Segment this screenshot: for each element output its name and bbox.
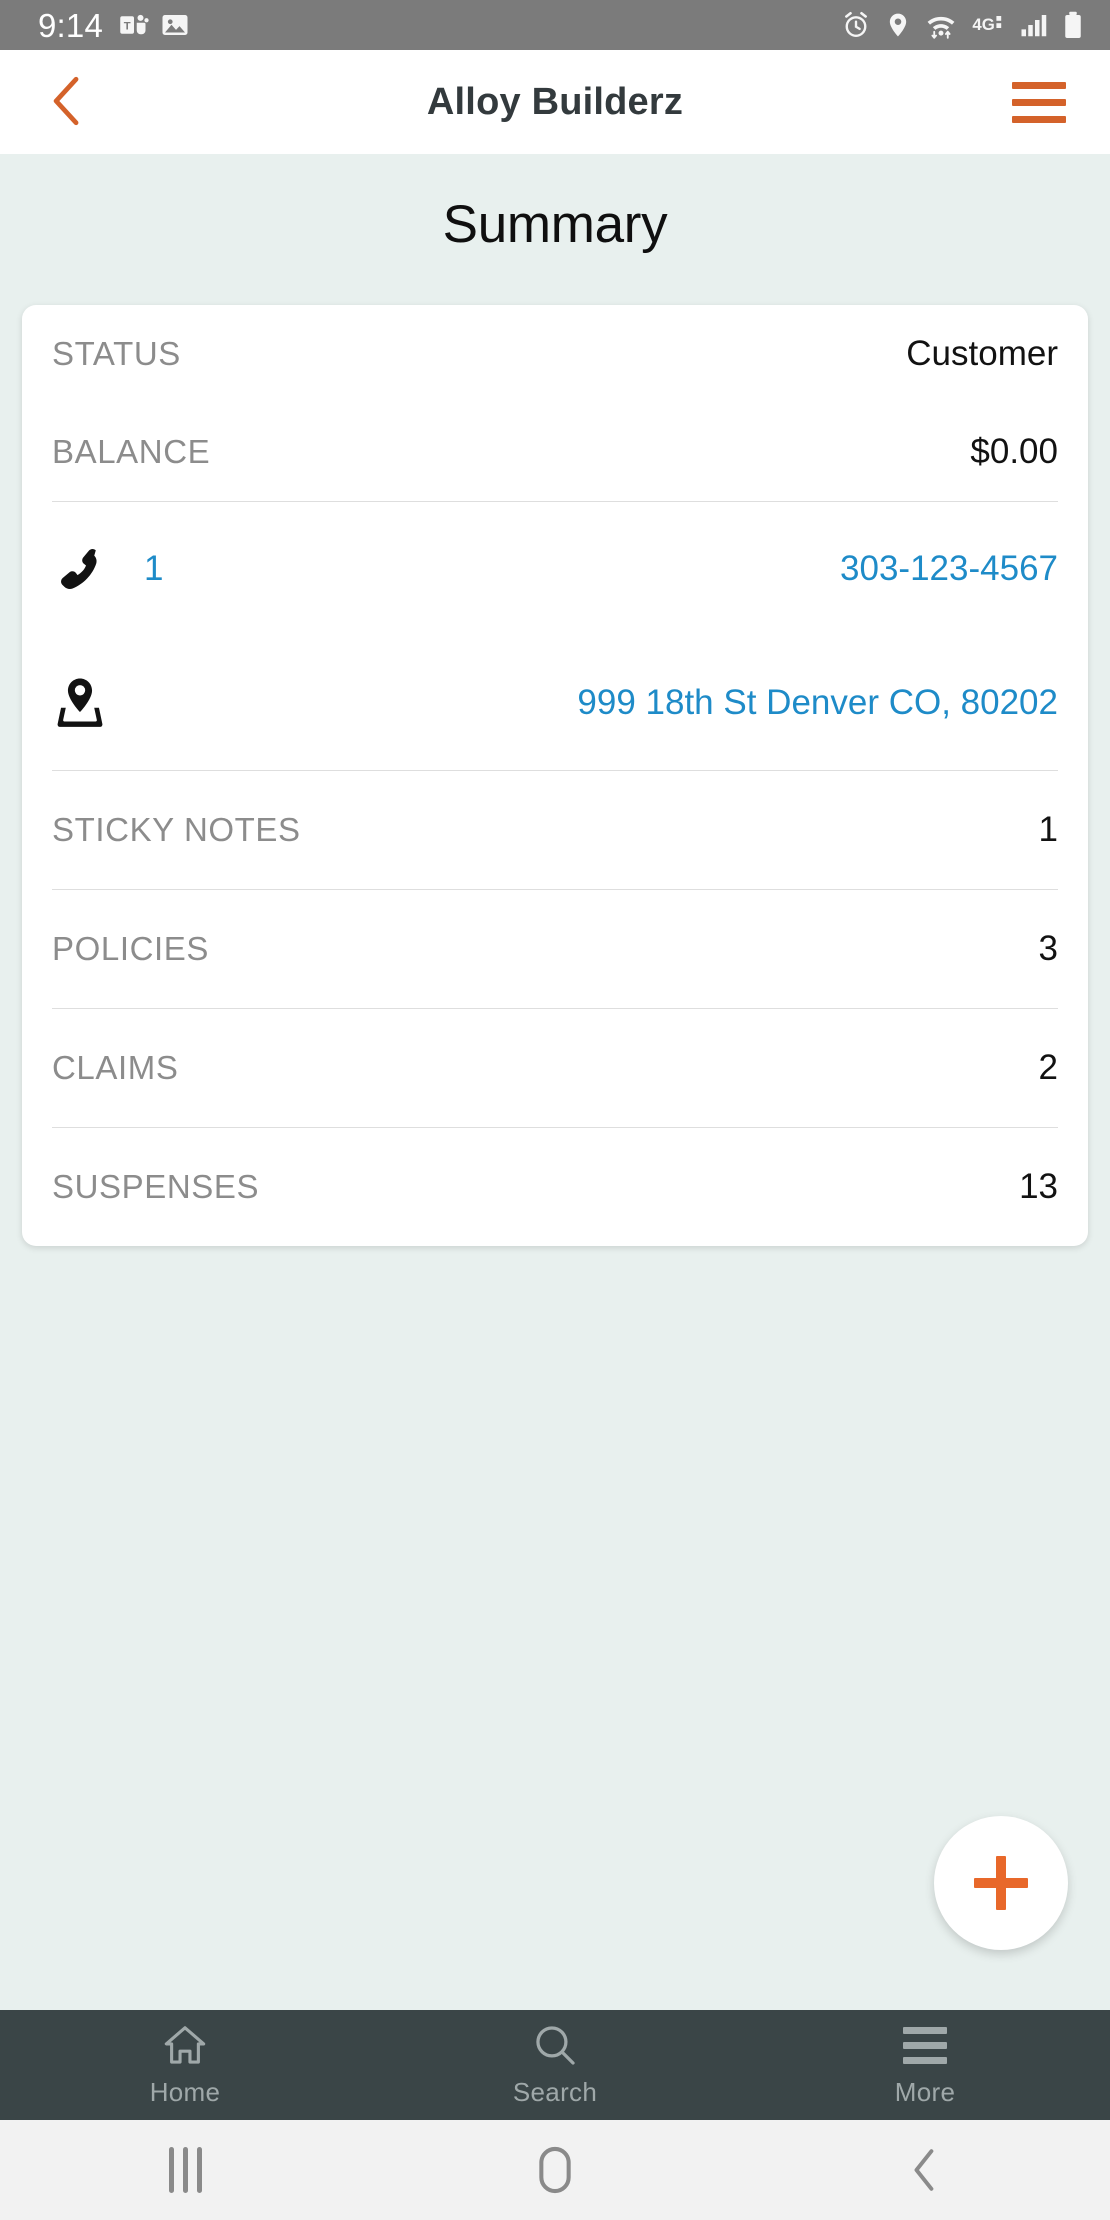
page-title: Alloy Builderz [426, 80, 684, 123]
summary-row-sticky-notes[interactable]: STICKY NOTES 1 [52, 771, 1058, 889]
summary-row-balance: BALANCE $0.00 [52, 403, 1058, 501]
row-count: 2 [1038, 1048, 1058, 1087]
contact-row-address[interactable]: 999 18th St Denver CO, 80202 [52, 636, 1058, 770]
location-icon [884, 10, 912, 40]
row-label: POLICIES [52, 930, 210, 967]
android-nav-bar [0, 2120, 1110, 2220]
home-button[interactable] [370, 2120, 740, 2220]
teams-icon: T [119, 10, 149, 40]
row-count: 13 [1019, 1167, 1058, 1206]
row-label: STATUS [52, 335, 181, 372]
summary-row-policies[interactable]: POLICIES 3 [52, 890, 1058, 1008]
phone-label[interactable]: 1 [144, 549, 163, 589]
phone-icon [52, 543, 126, 595]
back-icon [909, 2146, 941, 2194]
photos-icon [160, 10, 190, 40]
hamburger-menu-icon-bar [1012, 81, 1066, 89]
status-bar-system-icons: 4G [841, 10, 1084, 40]
alarm-icon [841, 10, 871, 40]
contact-row-phone[interactable]: 1 303-123-4567 [52, 502, 1058, 636]
summary-heading: Summary [442, 195, 668, 254]
svg-text:4G: 4G [972, 15, 994, 34]
battery-icon [1062, 10, 1084, 40]
tab-label: Home [149, 2077, 221, 2107]
row-count: 3 [1038, 929, 1058, 968]
map-pin-icon [52, 675, 126, 731]
row-value: $0.00 [970, 432, 1058, 471]
network-4g-icon: 4G [970, 10, 1006, 40]
search-icon [532, 2022, 578, 2068]
row-label: CLAIMS [52, 1049, 179, 1086]
status-bar-clock: 9:14 [38, 6, 104, 44]
svg-text:T: T [124, 21, 131, 33]
summary-row-status: STATUS Customer [52, 305, 1058, 403]
hamburger-menu-icon [903, 2022, 947, 2068]
tab-more[interactable]: More [740, 2010, 1110, 2120]
address-link[interactable]: 999 18th St Denver CO, 80202 [577, 683, 1058, 723]
phone-screen: 9:14 T 4G Alloy Builderz Summary STATUS … [0, 0, 1110, 2220]
row-label: SUSPENSES [52, 1168, 260, 1205]
back-button[interactable] [30, 65, 104, 139]
tab-label: More [894, 2077, 956, 2107]
summary-card: STATUS Customer BALANCE $0.00 1 303-123-… [22, 305, 1088, 1246]
signal-bars-icon [1019, 10, 1049, 40]
summary-row-claims[interactable]: CLAIMS 2 [52, 1009, 1058, 1127]
tab-label: Search [512, 2077, 598, 2107]
hamburger-menu-icon-bar [1012, 98, 1066, 106]
row-value: Customer [906, 334, 1058, 373]
recents-icon [168, 2147, 202, 2193]
status-bar-notification-icons: T [119, 10, 190, 40]
status-bar: 9:14 T 4G [0, 0, 1110, 50]
home-icon [162, 2022, 208, 2068]
summary-row-suspenses[interactable]: SUSPENSES 13 [52, 1128, 1058, 1246]
tab-search[interactable]: Search [370, 2010, 740, 2120]
hamburger-menu-icon-bar [1012, 115, 1066, 123]
bottom-tab-bar: Home Search More [0, 2010, 1110, 2120]
wifi-icon [925, 10, 957, 40]
recents-button[interactable] [0, 2120, 370, 2220]
row-label: STICKY NOTES [52, 811, 301, 848]
back-button[interactable] [740, 2120, 1110, 2220]
row-count: 1 [1038, 810, 1058, 849]
phone-number-link[interactable]: 303-123-4567 [840, 549, 1058, 589]
plus-icon [974, 1856, 1028, 1910]
row-label: BALANCE [52, 433, 211, 470]
add-button[interactable] [934, 1816, 1068, 1950]
main-content: Summary STATUS Customer BALANCE $0.00 1 … [0, 154, 1110, 2010]
app-header: Alloy Builderz [0, 50, 1110, 154]
tab-home[interactable]: Home [0, 2010, 370, 2120]
chevron-left-icon [45, 72, 89, 133]
hamburger-menu-button[interactable] [1002, 65, 1076, 139]
home-icon [538, 2146, 572, 2194]
